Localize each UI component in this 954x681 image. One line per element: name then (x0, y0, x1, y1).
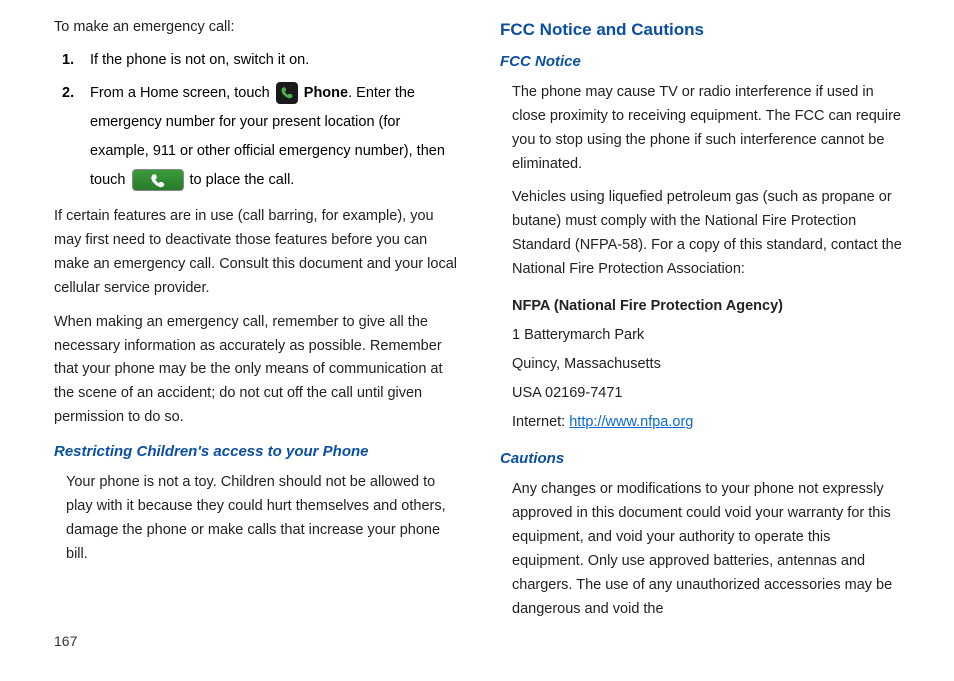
list-item: 1. If the phone is not on, switch it on. (62, 46, 460, 75)
emergency-para-2: When making an emergency call, remember … (54, 311, 460, 431)
nfpa-address-line: Quincy, Massachusetts (512, 350, 906, 379)
internet-label: Internet: (512, 414, 569, 430)
page-footer: 167 (0, 631, 954, 681)
nfpa-link[interactable]: http://www.nfpa.org (569, 414, 693, 430)
right-column: FCC Notice and Cautions FCC Notice The p… (500, 16, 918, 631)
step-text-fragment: From a Home screen, touch (90, 85, 274, 101)
left-column: To make an emergency call: 1. If the pho… (36, 16, 460, 631)
cautions-para: Any changes or modifications to your pho… (500, 478, 906, 622)
step-number: 2. (62, 79, 90, 195)
step-text-fragment: to place the call. (186, 172, 295, 188)
phone-label: Phone (304, 85, 348, 101)
emergency-intro: To make an emergency call: (54, 16, 460, 40)
heading-fcc-notice: FCC Notice (500, 50, 906, 75)
nfpa-name: NFPA (National Fire Protection Agency) (512, 292, 906, 321)
step-text: If the phone is not on, switch it on. (90, 46, 460, 75)
step-text: From a Home screen, touch Phone. Enter t… (90, 79, 460, 195)
fcc-para-2: Vehicles using liquefied petroleum gas (… (512, 186, 906, 282)
fcc-para-1: The phone may cause TV or radio interfer… (512, 81, 906, 177)
emergency-para-1: If certain features are in use (call bar… (54, 205, 460, 301)
list-item: 2. From a Home screen, touch Phone. Ente… (62, 79, 460, 195)
page-number: 167 (54, 630, 77, 653)
restrict-children-para: Your phone is not a toy. Children should… (54, 471, 460, 567)
page-content: To make an emergency call: 1. If the pho… (0, 16, 954, 631)
heading-cautions: Cautions (500, 447, 906, 472)
nfpa-address-line: USA 02169-7471 (512, 379, 906, 408)
nfpa-internet-line: Internet: http://www.nfpa.org (512, 408, 906, 437)
step-number: 1. (62, 46, 90, 75)
emergency-steps-list: 1. If the phone is not on, switch it on.… (54, 46, 460, 195)
heading-fcc-main: FCC Notice and Cautions (500, 16, 906, 44)
phone-icon (276, 82, 298, 104)
nfpa-address-block: NFPA (National Fire Protection Agency) 1… (512, 292, 906, 437)
nfpa-address-line: 1 Batterymarch Park (512, 321, 906, 350)
fcc-notice-body: The phone may cause TV or radio interfer… (500, 81, 906, 437)
call-icon (132, 169, 184, 191)
heading-restrict-children: Restricting Children's access to your Ph… (54, 440, 460, 465)
